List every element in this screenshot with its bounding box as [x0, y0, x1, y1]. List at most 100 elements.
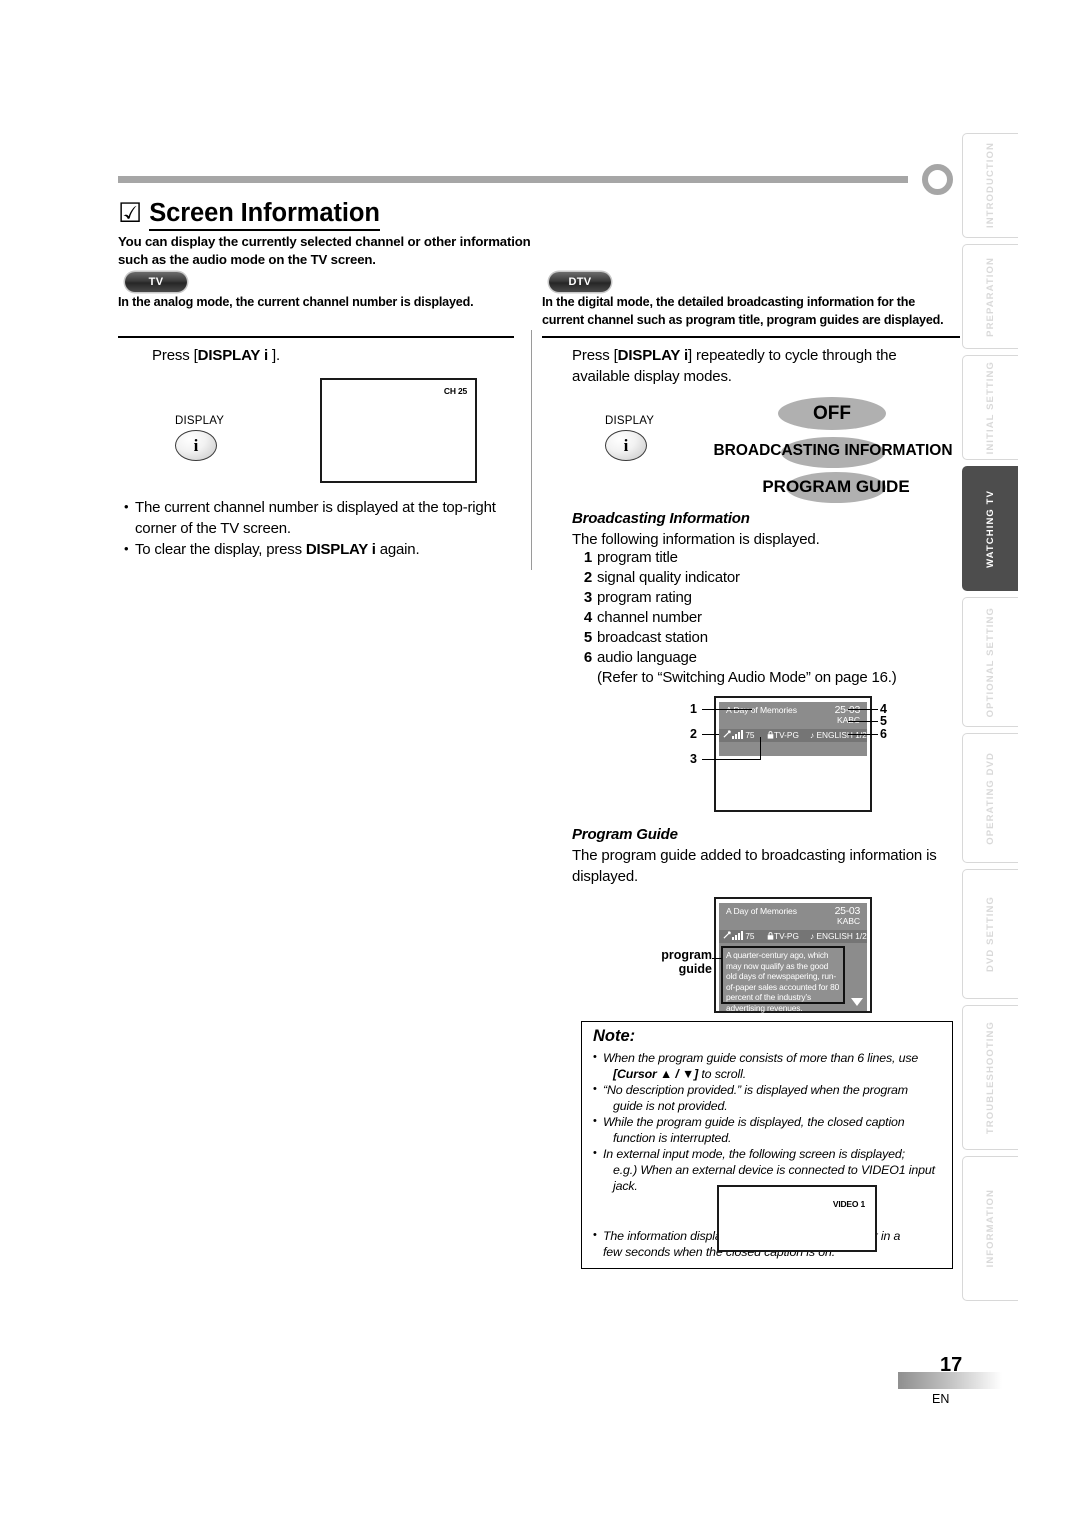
page-heading: ☑ Screen Information — [118, 198, 380, 231]
item-number: 3 — [583, 589, 592, 606]
osd-header-row: A Day of Memories 25-03 KABC — [719, 702, 867, 726]
osd-header-row: A Day of Memories 25-03 KABC — [719, 903, 867, 927]
program-guide-callout-label: program guide — [638, 948, 712, 976]
note-title: Note: — [593, 1027, 636, 1045]
page-title: Screen Information — [149, 198, 380, 231]
item-label: signal quality indicator — [597, 569, 740, 586]
item-label: channel number — [597, 609, 702, 626]
callout-leader-6 — [848, 734, 878, 736]
right-column-rule — [542, 336, 960, 338]
display-button-analog[interactable]: DISPLAY i — [175, 415, 224, 461]
list-item: “No description provided.” is displayed … — [593, 1081, 945, 1114]
program-guide-callout-line2: guide — [678, 962, 712, 976]
osd-rating-value: TV-PG — [774, 730, 799, 740]
broadcasting-information-screen-mock: A Day of Memories 25-03 KABC 75 TV-PG — [714, 696, 872, 812]
checkbox-icon: ☑ — [118, 198, 143, 228]
music-note-icon: ♪ — [810, 730, 815, 740]
osd-status-row: 75 TV-PG ♪ ENGLISH 1/2 — [719, 729, 867, 742]
manual-page: INTRODUCTION PREPARATION INITIAL SETTING… — [0, 0, 1080, 1528]
osd-signal-value: 75 — [745, 931, 755, 941]
section-tab-preparation[interactable]: PREPARATION — [962, 244, 1018, 349]
badge-tv: TV — [125, 272, 187, 292]
bullet-text-part: again. — [375, 541, 420, 558]
section-tab-information[interactable]: INFORMATION — [962, 1156, 1018, 1301]
column-divider — [531, 330, 532, 570]
callout-number-6: 6 — [880, 727, 887, 741]
item-label: program rating — [597, 589, 692, 606]
display-button-knob[interactable]: i — [175, 430, 217, 461]
digital-instruction-prefix: Press [ — [572, 347, 618, 364]
note-text: “No description provided.” is displayed … — [603, 1083, 908, 1097]
item-number: 5 — [583, 629, 592, 646]
osd-audio-language-value: ENGLISH — [816, 931, 853, 941]
note-text-indent: guide is not provided. — [613, 1099, 728, 1113]
item-number: 4 — [583, 609, 592, 626]
program-guide-screen-mock: A Day of Memories 25-03 KABC 75 TV-PG ♪ … — [714, 897, 872, 1013]
item-label: program title — [597, 549, 678, 566]
display-button-knob[interactable]: i — [605, 430, 647, 461]
note-text: When the program guide consists of more … — [603, 1051, 919, 1065]
analog-instruction-key: DISPLAY i — [197, 347, 269, 364]
analog-instruction: Press [DISPLAY i ]. — [152, 345, 492, 366]
display-button-digital[interactable]: DISPLAY i — [605, 415, 654, 461]
callout-leader-3 — [702, 759, 761, 761]
info-glyph: i — [623, 435, 629, 455]
section-tab-watching-tv[interactable]: WATCHING TV — [962, 466, 1018, 591]
list-item: 4 channel number — [582, 608, 962, 628]
osd-signal-quality: 75 — [723, 730, 755, 740]
section-tab-label: OPTIONAL SETTING — [985, 606, 996, 718]
osd-signal-value: 75 — [745, 730, 755, 740]
bullet-text-part: To clear the display, press — [135, 541, 306, 558]
analog-mode-description: In the analog mode, the current channel … — [118, 295, 474, 309]
list-item: The current channel number is displayed … — [124, 496, 524, 539]
note-text: While the program guide is displayed, th… — [603, 1115, 905, 1129]
display-key-ref: DISPLAY i — [305, 541, 376, 558]
header-circle-marker — [922, 164, 953, 195]
lock-icon — [767, 932, 774, 940]
scroll-down-arrow-icon[interactable] — [851, 998, 863, 1006]
analog-instruction-prefix: Press [ — [152, 347, 198, 364]
cursor-key-ref: [Cursor ▲ / ▼] — [613, 1067, 699, 1081]
section-tab-optional-setting[interactable]: OPTIONAL SETTING — [962, 597, 1018, 727]
osd-program-rating: TV-PG — [767, 931, 799, 941]
section-tab-label: TROUBLESHOOTING — [985, 1020, 996, 1135]
item-number: 2 — [583, 569, 592, 586]
video-input-label: VIDEO 1 — [832, 1199, 865, 1209]
display-button-caption: DISPLAY — [175, 415, 225, 427]
section-tab-introduction[interactable]: INTRODUCTION — [962, 133, 1018, 238]
digital-mode-description: In the digital mode, the detailed broadc… — [542, 295, 944, 327]
osd-broadcast-station: KABC — [836, 916, 860, 926]
item-label: audio language — [597, 649, 697, 666]
broadcasting-information-items: 1 program title 2 signal quality indicat… — [582, 548, 962, 688]
section-tab-operating-dvd[interactable]: OPERATING DVD — [962, 733, 1018, 863]
section-tab-label: DVD SETTING — [985, 896, 996, 972]
list-item: 3 program rating — [582, 588, 962, 608]
section-tab-label: INFORMATION — [985, 1189, 996, 1268]
program-guide-lead: The program guide added to broadcasting … — [572, 847, 937, 885]
lock-icon — [767, 731, 774, 739]
program-guide-callout-line1: program — [661, 948, 712, 962]
signal-bars-icon — [732, 730, 743, 739]
section-tab-troubleshooting[interactable]: TROUBLESHOOTING — [962, 1005, 1018, 1150]
external-input-screen-mock: VIDEO 1 — [717, 1185, 877, 1252]
section-tab-strip: INTRODUCTION PREPARATION INITIAL SETTING… — [962, 133, 1018, 1355]
cycle-mode-label-program-guide: PROGRAM GUIDE — [762, 477, 910, 496]
badge-dtv-label: DTV — [568, 276, 592, 288]
section-tab-dvd-setting[interactable]: DVD SETTING — [962, 869, 1018, 999]
badge-tv-label: TV — [148, 276, 164, 288]
callout-leader-4 — [848, 709, 878, 711]
callout-leader-2 — [702, 734, 719, 736]
list-item: 5 broadcast station — [582, 628, 962, 648]
digital-instruction-key: DISPLAY i — [617, 347, 689, 364]
list-item: 6 audio language — [582, 648, 962, 668]
callout-leader-3-vertical — [760, 737, 762, 760]
audio-mode-reference: (Refer to “Switching Audio Mode” on page… — [582, 668, 962, 688]
osd-program-guide-text: A quarter-century ago, which may now qua… — [726, 950, 840, 1013]
note-list: When the program guide consists of more … — [593, 1049, 945, 1194]
list-item: To clear the display, press DISPLAY i ag… — [124, 538, 524, 560]
osd-program-title: A Day of Memories — [726, 906, 797, 916]
item-number: 6 — [583, 649, 592, 666]
antenna-icon — [723, 931, 731, 939]
section-tab-label: INTRODUCTION — [985, 142, 996, 229]
callout-number-5: 5 — [880, 714, 887, 728]
